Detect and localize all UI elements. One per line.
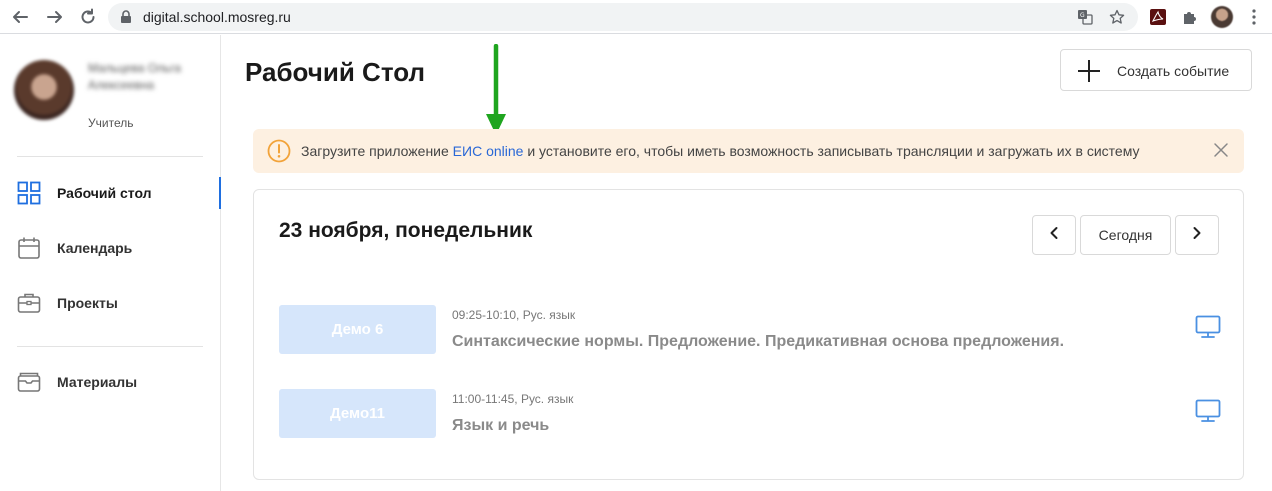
extensions-puzzle-icon[interactable] [1178,5,1202,29]
lesson-meta: 09:25-10:10, Рус. язык [452,308,576,322]
sidebar-item-label: Календарь [57,240,133,256]
class-badge-label: Демо11 [330,405,385,422]
sidebar-item-label: Рабочий стол [57,185,152,201]
class-badge[interactable]: Демо11 [279,389,436,438]
pdf-extension-icon[interactable] [1146,5,1170,29]
forward-arrow-icon[interactable] [43,5,67,29]
banner-text: и установите его, чтобы иметь возможност… [523,143,1140,159]
today-label: Сегодня [1098,227,1153,243]
profile-avatar[interactable] [1210,5,1234,29]
url-text[interactable]: digital.school.mosreg.ru [143,9,291,25]
prev-day-button[interactable] [1032,215,1076,255]
browser-menu-icon[interactable] [1242,5,1266,29]
sidebar-item-dashboard[interactable]: Рабочий стол [0,171,221,215]
sidebar-item-calendar[interactable]: Календарь [0,226,220,270]
class-badge-label: Демо 6 [331,321,384,338]
bookmark-star-icon[interactable] [1108,8,1126,26]
briefcase-icon [16,290,42,316]
divider [17,156,203,157]
dashboard-grid-icon [16,180,42,206]
svg-text:G: G [1080,12,1085,19]
close-icon[interactable] [1213,142,1229,163]
schedule-card: 23 ноября, понедельник Сегодня Демо 6 09… [253,189,1244,480]
today-button[interactable]: Сегодня [1080,215,1171,255]
warning-icon [267,139,291,168]
chevron-right-icon [1192,226,1202,245]
browser-toolbar: digital.school.mosreg.ru G [0,0,1272,34]
lesson-meta: 11:00-11:45, Рус. язык [452,392,574,406]
lesson-topic[interactable]: Синтаксические нормы. Предложение. Преди… [452,333,1064,351]
eis-online-link[interactable]: ЕИС online [453,143,524,159]
class-badge[interactable]: Демо 6 [279,305,436,354]
plus-icon [1077,59,1101,88]
user-name: Мальцева Ольга Алексеевна [88,61,181,92]
banner-message: Загрузите приложение ЕИС online и устано… [301,143,1139,159]
app-download-banner: Загрузите приложение ЕИС online и устано… [253,129,1244,173]
sidebar-item-label: Материалы [57,374,138,390]
chevron-left-icon [1049,226,1059,245]
avatar[interactable] [14,60,74,120]
address-bar[interactable]: digital.school.mosreg.ru G [108,3,1138,31]
calendar-icon [16,235,42,261]
active-indicator [219,177,221,209]
banner-text: Загрузите приложение [301,143,453,159]
create-event-button[interactable]: Создать событие [1060,49,1252,91]
sidebar-item-label: Проекты [57,295,118,311]
page-title: Рабочий Стол [245,57,425,87]
lesson-topic[interactable]: Язык и речь [452,417,549,435]
list-item[interactable]: Демо 6 09:25-10:10, Рус. язык Синтаксиче… [279,305,1239,355]
next-day-button[interactable] [1175,215,1219,255]
translate-icon[interactable]: G [1076,8,1094,26]
user-role: Учитель [88,116,134,130]
create-event-label: Создать событие [1117,63,1230,79]
sidebar-item-projects[interactable]: Проекты [0,281,220,325]
divider [17,346,203,347]
sidebar: Мальцева Ольга Алексеевна Учитель Рабочи… [0,35,221,491]
list-item[interactable]: Демо11 11:00-11:45, Рус. язык Язык и реч… [279,389,1239,439]
lock-icon [120,10,132,29]
sidebar-item-materials[interactable]: Материалы [0,360,220,404]
monitor-icon[interactable] [1195,399,1221,428]
monitor-icon[interactable] [1195,315,1221,344]
back-arrow-icon[interactable] [8,5,32,29]
schedule-date: 23 ноября, понедельник [279,219,533,242]
wallet-icon [16,369,42,395]
reload-icon[interactable] [76,5,100,29]
